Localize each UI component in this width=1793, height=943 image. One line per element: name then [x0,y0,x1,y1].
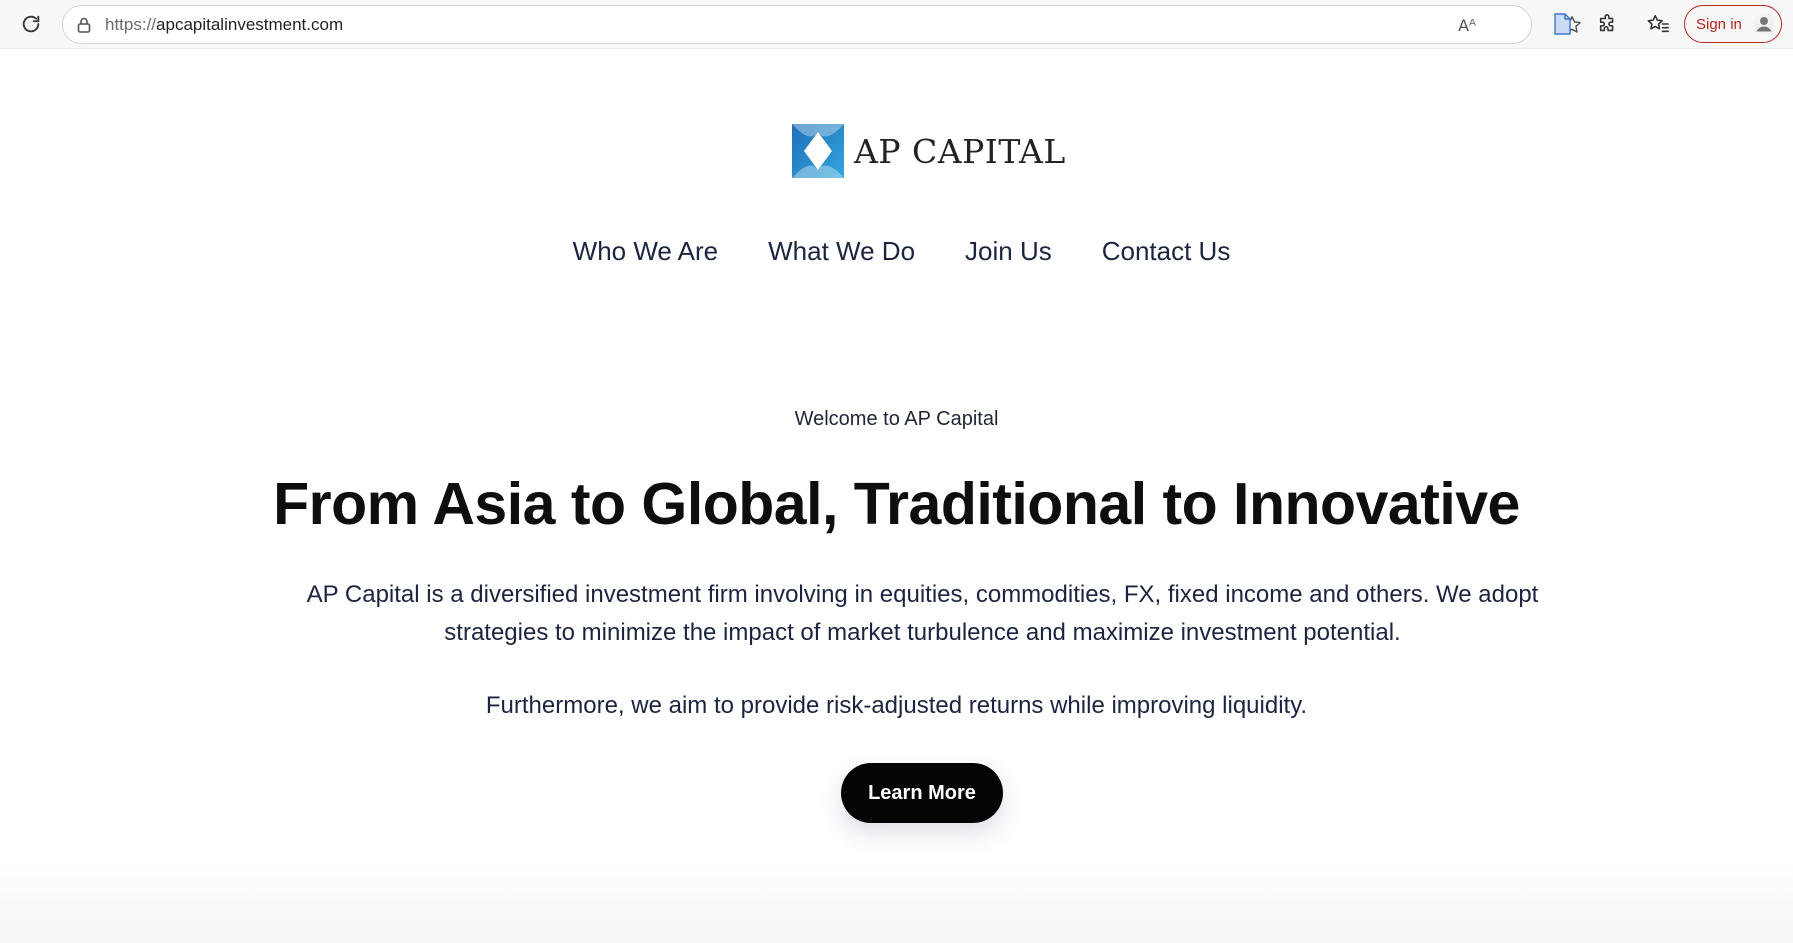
favorites-icon[interactable] [1641,7,1675,41]
hero-paragraph-2: Furthermore, we aim to provide risk-adju… [485,692,1308,719]
logo-text: AP CAPITAL [854,131,1066,171]
nav-join-us[interactable]: Join Us [965,236,1052,267]
logo-mark-icon [792,124,844,178]
nav-contact-us[interactable]: Contact Us [1102,236,1231,267]
hero-image-edge [0,860,1793,943]
browser-toolbar: https://apcapitalinvestment.com Aᴬ Sign … [0,0,1793,49]
nav-what-we-do[interactable]: What We Do [768,236,915,267]
url-text[interactable]: https://apcapitalinvestment.com [105,6,343,43]
read-aloud-icon[interactable]: Aᴬ [1454,12,1480,38]
sign-in-button[interactable]: Sign in [1684,5,1782,43]
extensions-icon[interactable] [1591,7,1625,41]
learn-more-button[interactable]: Learn More [841,763,1003,823]
lock-icon[interactable] [75,16,93,34]
hero-headline: From Asia to Global, Traditional to Inno… [273,471,1520,537]
nav-who-we-are[interactable]: Who We Are [573,236,718,267]
hero-eyebrow: Welcome to AP Capital [794,408,999,430]
sign-in-label: Sign in [1696,15,1742,33]
site-logo[interactable]: AP CAPITAL [790,122,1066,180]
main-nav: Who We Are What We Do Join Us Contact Us [0,236,1793,267]
avatar-icon [1752,12,1776,36]
hero-paragraph: AP Capital is a diversified investment f… [306,581,1539,646]
address-bar[interactable]: https://apcapitalinvestment.com Aᴬ [62,5,1581,44]
document-icon[interactable] [1545,7,1579,41]
refresh-icon[interactable] [14,7,48,41]
